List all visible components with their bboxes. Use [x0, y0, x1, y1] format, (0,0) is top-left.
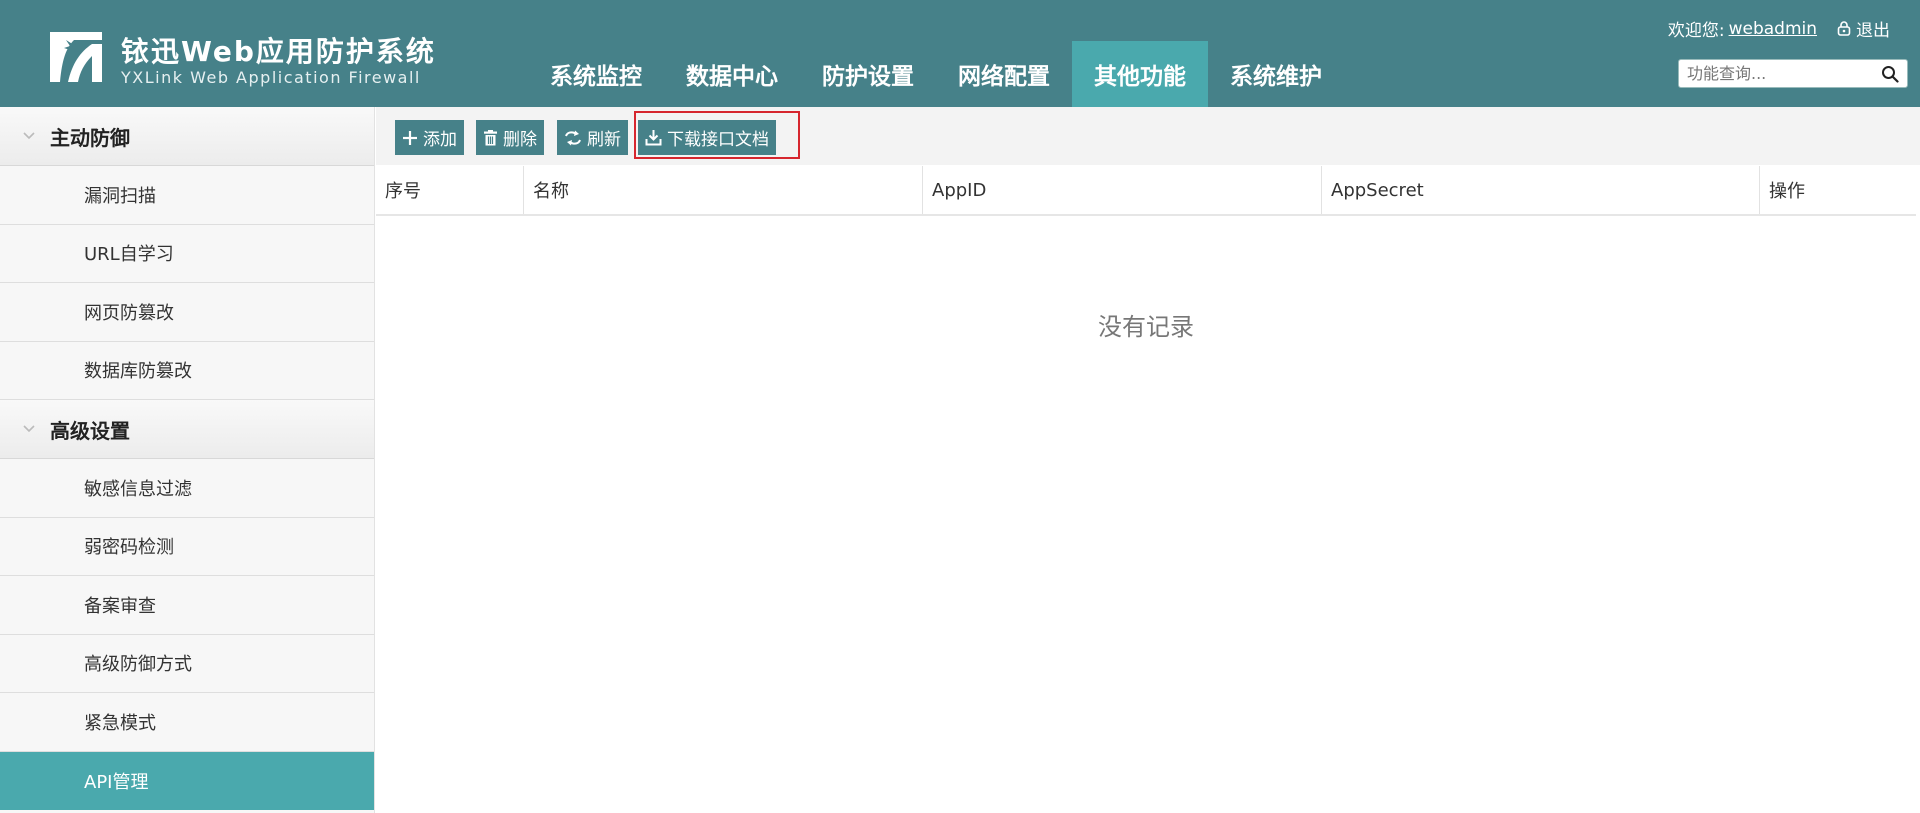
delete-button-label: 删除	[503, 130, 537, 150]
sidebar-item-url-learning[interactable]: URL自学习	[0, 224, 374, 283]
logout-label: 退出	[1856, 21, 1890, 41]
sidebar-item-vuln-scan[interactable]: 漏洞扫描	[0, 166, 374, 225]
highlight-box	[634, 111, 800, 159]
yxlink-logo	[44, 26, 108, 88]
sidebar: 主动防御 漏洞扫描 URL自学习 网页防篡改 数据库防篡改 高级设置 敏感信息过…	[0, 107, 375, 813]
user-bar: 欢迎您: webadmin 退出	[1667, 16, 1890, 42]
toolbar: 添加 删除 刷新 下载接口文档	[376, 107, 1920, 165]
search-input[interactable]	[1679, 60, 1875, 87]
sidebar-item-api-management[interactable]: API管理	[0, 751, 374, 810]
column-header-appid[interactable]: AppID	[923, 166, 1322, 214]
sidebar-item-emergency-mode[interactable]: 紧急模式	[0, 693, 374, 752]
brand-subtitle: YXLink Web Application Firewall	[121, 68, 421, 87]
nav-item-other-functions[interactable]: 其他功能	[1072, 41, 1208, 107]
nav-item-data-center[interactable]: 数据中心	[664, 41, 800, 107]
sidebar-group-advanced-settings[interactable]: 高级设置	[0, 400, 374, 459]
nav-item-network-config[interactable]: 网络配置	[936, 41, 1072, 107]
sidebar-item-filing-review[interactable]: 备案审查	[0, 576, 374, 635]
column-header-name[interactable]: 名称	[524, 166, 923, 214]
sidebar-group-active-defense[interactable]: 主动防御	[0, 107, 374, 166]
sidebar-item-advanced-defense-mode[interactable]: 高级防御方式	[0, 634, 374, 693]
nav-item-system-maintenance[interactable]: 系统维护	[1208, 41, 1344, 107]
nav-item-protection-settings[interactable]: 防护设置	[800, 41, 936, 107]
sidebar-item-db-tamper-proof[interactable]: 数据库防篡改	[0, 341, 374, 400]
refresh-icon	[565, 130, 581, 145]
main-nav: 系统监控 数据中心 防护设置 网络配置 其他功能 系统维护	[528, 41, 1344, 107]
trash-icon	[484, 129, 497, 145]
search-icon	[1882, 65, 1899, 83]
brand-title: 铱迅Web应用防护系统	[121, 35, 436, 68]
sidebar-item-sensitive-filter[interactable]: 敏感信息过滤	[0, 459, 374, 518]
welcome-text: 欢迎您:	[1667, 21, 1725, 41]
column-header-index[interactable]: 序号	[376, 166, 524, 214]
search-button[interactable]	[1875, 60, 1905, 87]
nav-item-system-monitor[interactable]: 系统监控	[528, 41, 664, 107]
refresh-button-label: 刷新	[587, 130, 621, 150]
main-content: 添加 删除 刷新 下载接口文档 序号 名称 AppID AppSecret 操作…	[376, 107, 1920, 813]
sidebar-group-label: 高级设置	[50, 418, 130, 443]
chevron-down-icon	[23, 132, 35, 140]
top-header: 铱迅Web应用防护系统 YXLink Web Application Firew…	[0, 0, 1920, 107]
delete-button[interactable]: 删除	[476, 120, 544, 155]
table-header: 序号 名称 AppID AppSecret 操作	[376, 166, 1916, 216]
logout-button[interactable]: 退出	[1837, 16, 1890, 41]
function-search	[1678, 59, 1908, 88]
sidebar-group-label: 主动防御	[50, 125, 130, 150]
add-button-label: 添加	[423, 130, 457, 150]
sidebar-item-web-tamper-proof[interactable]: 网页防篡改	[0, 283, 374, 342]
username-link[interactable]: webadmin	[1729, 19, 1817, 39]
sidebar-item-weak-password[interactable]: 弱密码检测	[0, 517, 374, 576]
add-button[interactable]: 添加	[395, 120, 464, 155]
empty-state-text: 没有记录	[1098, 313, 1194, 341]
refresh-button[interactable]: 刷新	[557, 120, 628, 155]
chevron-down-icon	[23, 425, 35, 433]
column-header-actions[interactable]: 操作	[1760, 166, 1916, 214]
plus-icon	[403, 130, 417, 145]
lock-icon	[1837, 21, 1851, 36]
column-header-appsecret[interactable]: AppSecret	[1322, 166, 1760, 214]
